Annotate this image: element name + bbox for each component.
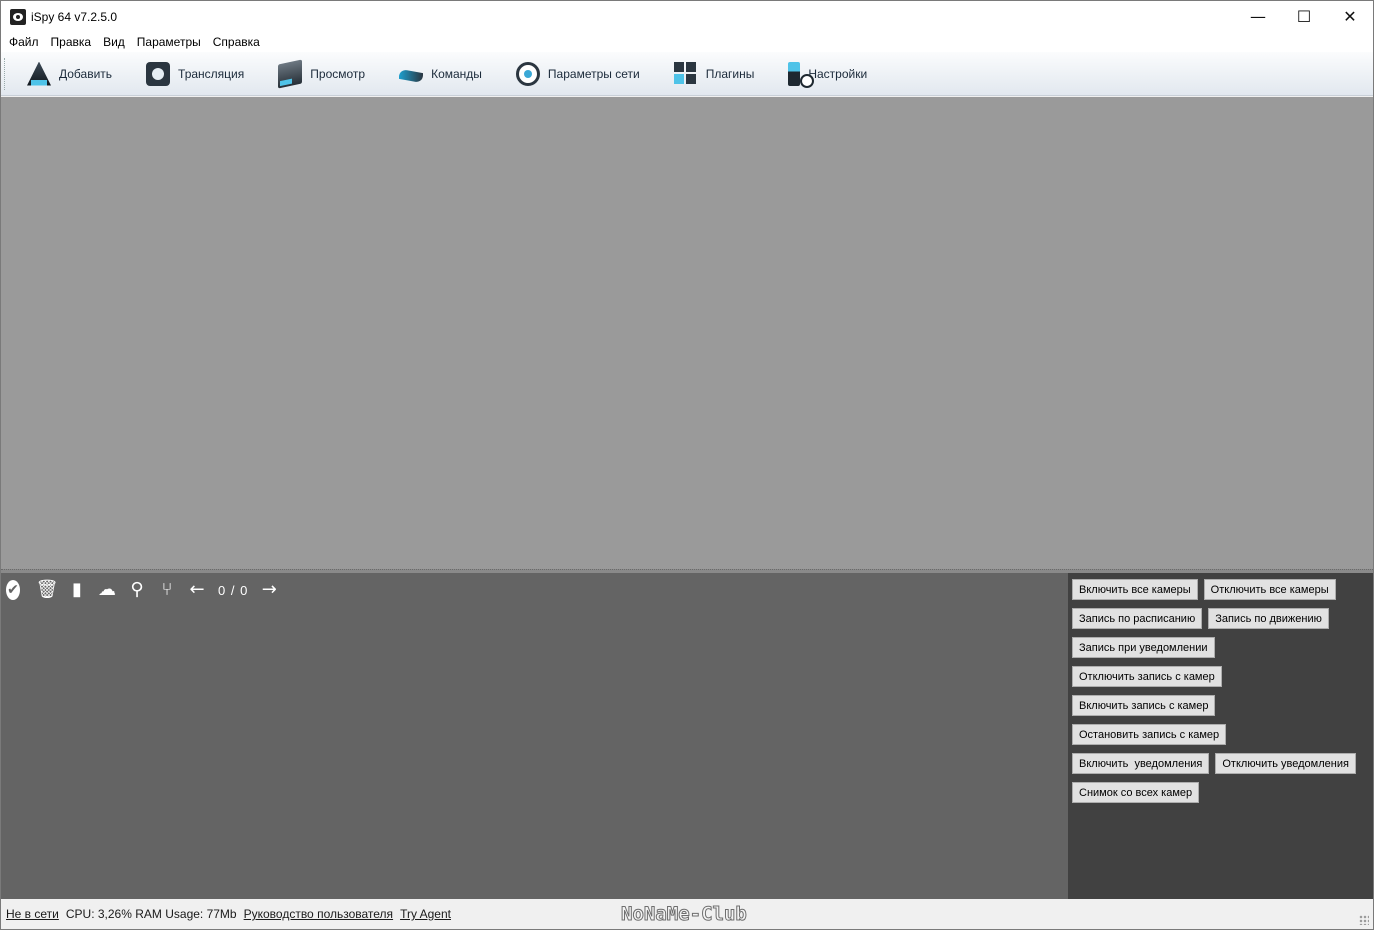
add-button[interactable]: Добавить bbox=[27, 56, 112, 92]
add-label: Добавить bbox=[59, 66, 113, 81]
check-glyph: ✔ bbox=[6, 580, 20, 600]
view-label: Просмотр bbox=[310, 66, 366, 81]
network-label: Параметры сети bbox=[547, 66, 640, 81]
try-agent-link[interactable]: Try Agent bbox=[400, 907, 451, 921]
menu-help[interactable]: Справка bbox=[207, 32, 266, 52]
plugins-icon bbox=[673, 61, 698, 86]
command-buttons: Включить все камеры Отключить все камеры… bbox=[1072, 579, 1362, 811]
merge-icon[interactable]: ⑂ bbox=[156, 579, 178, 601]
settings-label: Настройки bbox=[808, 66, 868, 81]
media-toolbar: ✔ 🗑 ▮ ☁ ⚲ ⑂ ← 0 / 0 → bbox=[6, 579, 288, 601]
maximize-button[interactable]: ☐ bbox=[1281, 1, 1327, 32]
enable-recording-button[interactable]: Включить запись с камер bbox=[1072, 695, 1216, 716]
commands-label: Команды bbox=[431, 66, 482, 81]
commands-icon bbox=[399, 68, 424, 83]
stream-label: Трансляция bbox=[178, 66, 245, 81]
stream-icon bbox=[146, 61, 171, 86]
cloud-upload-icon[interactable]: ☁ bbox=[96, 579, 118, 601]
search-icon[interactable]: ⚲ bbox=[126, 579, 148, 601]
add-icon bbox=[27, 61, 51, 86]
page-counter: 0 / 0 bbox=[218, 582, 249, 598]
menu-edit[interactable]: Правка bbox=[45, 32, 98, 52]
user-manual-link[interactable]: Руководство пользователя bbox=[244, 907, 393, 921]
check-icon[interactable]: ✔ bbox=[6, 579, 28, 601]
commands-button[interactable]: Команды bbox=[399, 56, 482, 92]
app-eye-icon bbox=[10, 8, 26, 25]
stream-button[interactable]: Трансляция bbox=[146, 56, 244, 92]
close-button[interactable]: ✕ bbox=[1327, 1, 1373, 32]
menu-options[interactable]: Параметры bbox=[131, 32, 207, 52]
menu-view[interactable]: Вид bbox=[97, 32, 131, 52]
plugins-label: Плагины bbox=[705, 66, 755, 81]
menu-file[interactable]: Файл bbox=[3, 32, 45, 52]
snapshot-all-button[interactable]: Снимок со всех камер bbox=[1072, 782, 1200, 803]
media-panel: ✔ 🗑 ▮ ☁ ⚲ ⑂ ← 0 / 0 → bbox=[1, 573, 1068, 899]
bookmark-icon[interactable]: ▮ bbox=[66, 579, 88, 601]
settings-button[interactable]: Настройки bbox=[788, 56, 867, 92]
window-controls: — ☐ ✕ bbox=[1235, 1, 1373, 32]
network-button[interactable]: Параметры сети bbox=[515, 56, 640, 92]
view-icon bbox=[278, 58, 303, 89]
app-window: iSpy 64 v7.2.5.0 — ☐ ✕ Файл Правка Вид П… bbox=[0, 0, 1374, 930]
main-toolbar: Добавить Трансляция Просмотр Команды Пар… bbox=[1, 52, 1373, 96]
record-motion-button[interactable]: Запись по движению bbox=[1208, 608, 1329, 629]
title-bar: iSpy 64 v7.2.5.0 — ☐ ✕ bbox=[1, 1, 1373, 32]
view-button[interactable]: Просмотр bbox=[278, 56, 365, 92]
camera-workspace[interactable] bbox=[1, 97, 1373, 569]
menu-bar: Файл Правка Вид Параметры Справка bbox=[1, 32, 1373, 52]
usage-text: CPU: 3,26% RAM Usage: 77Mb bbox=[65, 907, 237, 921]
trash-icon[interactable]: 🗑 bbox=[36, 579, 59, 601]
enable-alerts-button[interactable]: Включить уведомления bbox=[1072, 753, 1210, 774]
disable-recording-button[interactable]: Отключить запись с камер bbox=[1072, 666, 1222, 687]
toolbar-grip[interactable] bbox=[4, 58, 7, 90]
network-icon bbox=[515, 61, 540, 86]
plugins-button[interactable]: Плагины bbox=[673, 56, 755, 92]
settings-icon bbox=[788, 61, 815, 88]
record-schedule-button[interactable]: Запись по расписанию bbox=[1072, 608, 1203, 629]
window-title: iSpy 64 v7.2.5.0 bbox=[31, 9, 118, 24]
commands-panel: Включить все камеры Отключить все камеры… bbox=[1068, 573, 1373, 899]
enable-all-cameras-button[interactable]: Включить все камеры bbox=[1072, 579, 1198, 600]
stop-recording-button[interactable]: Остановить запись с камер bbox=[1072, 724, 1227, 745]
record-alert-button[interactable]: Запись при уведомлении bbox=[1072, 637, 1215, 658]
disable-alerts-button[interactable]: Отключить уведомления bbox=[1215, 753, 1356, 774]
minimize-button[interactable]: — bbox=[1235, 1, 1281, 32]
watermark-logo: NoNaMe-Club bbox=[621, 903, 748, 926]
arrow-right-icon[interactable]: → bbox=[258, 579, 280, 601]
disable-all-cameras-button[interactable]: Отключить все камеры bbox=[1203, 579, 1336, 600]
arrow-left-icon[interactable]: ← bbox=[186, 579, 208, 601]
network-status-link[interactable]: Не в сети bbox=[6, 907, 59, 921]
resize-grip[interactable] bbox=[1359, 915, 1369, 925]
